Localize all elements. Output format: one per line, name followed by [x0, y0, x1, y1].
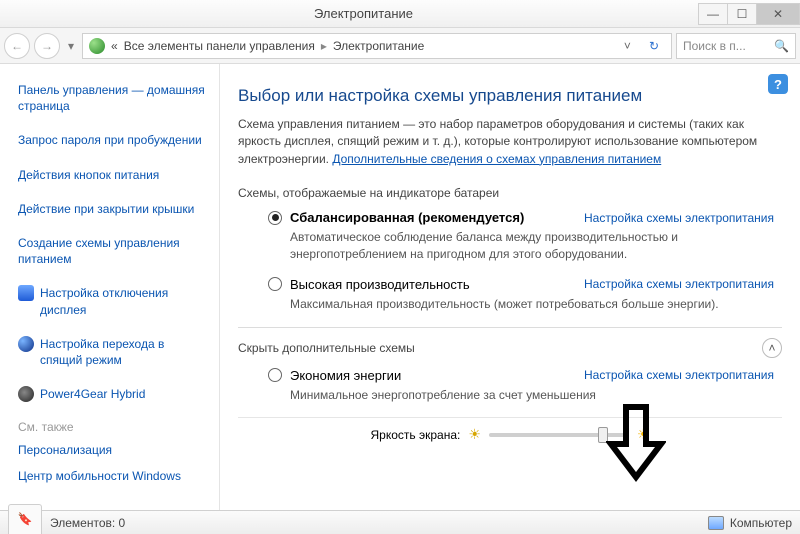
breadcrumb-prefix: «: [111, 39, 118, 53]
battery-plans-label: Схемы, отображаемые на индикаторе батаре…: [238, 186, 782, 200]
search-input[interactable]: Поиск в п... 🔍: [676, 33, 796, 59]
see-also-label: См. также: [18, 420, 205, 434]
hidden-plans-label: Скрыть дополнительные схемы: [238, 341, 415, 355]
plan-highperf-name: Высокая производительность: [290, 277, 470, 292]
sun-dim-icon: ☀: [468, 426, 481, 443]
search-placeholder: Поиск в п...: [683, 39, 746, 53]
sidebar-home-link[interactable]: Панель управления — домашняя страница: [18, 82, 205, 114]
status-element-count: Элементов: 0: [50, 516, 125, 530]
sidebar-link-sleep[interactable]: Настройка перехода в спящий режим: [40, 336, 205, 368]
plan-powersaver-radio[interactable]: [268, 368, 282, 382]
help-button[interactable]: ?: [768, 74, 788, 94]
status-computer-label: Компьютер: [730, 516, 792, 530]
see-also-mobility-center[interactable]: Центр мобильности Windows: [18, 468, 205, 484]
computer-icon: [708, 516, 724, 530]
refresh-button[interactable]: ↻: [643, 39, 665, 53]
control-panel-icon: [89, 38, 105, 54]
brightness-slider-thumb[interactable]: [598, 427, 608, 443]
sidebar-link-password[interactable]: Запрос пароля при пробуждении: [18, 132, 205, 148]
more-info-link[interactable]: Дополнительные сведения о схемах управле…: [332, 152, 661, 166]
plan-powersaver-desc: Минимальное энергопотребление за счет ум…: [290, 387, 774, 404]
page-title: Выбор или настройка схемы управления пит…: [238, 86, 782, 106]
breadcrumb-part-2[interactable]: Электропитание: [333, 39, 424, 53]
search-icon: 🔍: [774, 39, 789, 53]
plan-powersaver-settings-link[interactable]: Настройка схемы электропитания: [584, 368, 774, 382]
breadcrumb-separator: ▸: [321, 39, 327, 53]
sidebar: Панель управления — домашняя страница За…: [0, 64, 220, 510]
sidebar-link-power4gear[interactable]: Power4Gear Hybrid: [40, 386, 145, 402]
breadcrumb-part-1[interactable]: Все элементы панели управления: [124, 39, 315, 53]
power4gear-icon: [18, 386, 34, 402]
plan-balanced-radio[interactable]: [268, 211, 282, 225]
forward-button[interactable]: →: [34, 33, 60, 59]
sidebar-link-lid-close[interactable]: Действие при закрытии крышки: [18, 201, 205, 217]
breadcrumb[interactable]: « Все элементы панели управления ▸ Элект…: [82, 33, 672, 59]
sleep-icon: [18, 336, 34, 352]
main-content: ? Выбор или настройка схемы управления п…: [220, 64, 800, 510]
window-title: Электропитание: [28, 6, 699, 21]
brightness-slider[interactable]: [489, 433, 629, 437]
status-bar: 🔖 Элементов: 0 Компьютер: [0, 510, 800, 534]
sidebar-link-create-plan[interactable]: Создание схемы управления питанием: [18, 235, 205, 267]
plan-highperf-desc: Максимальная производительность (может п…: [290, 296, 774, 313]
minimize-button[interactable]: —: [698, 3, 728, 25]
close-button[interactable]: ✕: [756, 3, 800, 25]
page-description: Схема управления питанием — это набор па…: [238, 116, 782, 168]
back-button[interactable]: ←: [4, 33, 30, 59]
recent-locations-button[interactable]: ▾: [64, 39, 78, 53]
plan-balanced-settings-link[interactable]: Настройка схемы электропитания: [584, 211, 774, 225]
breadcrumb-dropdown[interactable]: ˅: [618, 39, 637, 53]
sun-bright-icon: ☀: [637, 426, 650, 443]
see-also-personalization[interactable]: Персонализация: [18, 442, 205, 458]
brightness-label: Яркость экрана:: [371, 428, 461, 442]
monitor-icon: [18, 285, 34, 301]
collapse-toggle[interactable]: ˄: [762, 338, 782, 358]
plan-balanced-desc: Автоматическое соблюдение баланса между …: [290, 229, 774, 263]
plan-powersaver-name: Экономия энергии: [290, 368, 401, 383]
bookmark-tab[interactable]: 🔖: [8, 504, 42, 534]
plan-balanced-name: Сбалансированная (рекомендуется): [290, 210, 524, 225]
plan-highperf-settings-link[interactable]: Настройка схемы электропитания: [584, 277, 774, 291]
maximize-button[interactable]: ☐: [727, 3, 757, 25]
sidebar-link-power-buttons[interactable]: Действия кнопок питания: [18, 167, 205, 183]
sidebar-link-display-off[interactable]: Настройка отключения дисплея: [40, 285, 205, 317]
plan-highperf-radio[interactable]: [268, 277, 282, 291]
